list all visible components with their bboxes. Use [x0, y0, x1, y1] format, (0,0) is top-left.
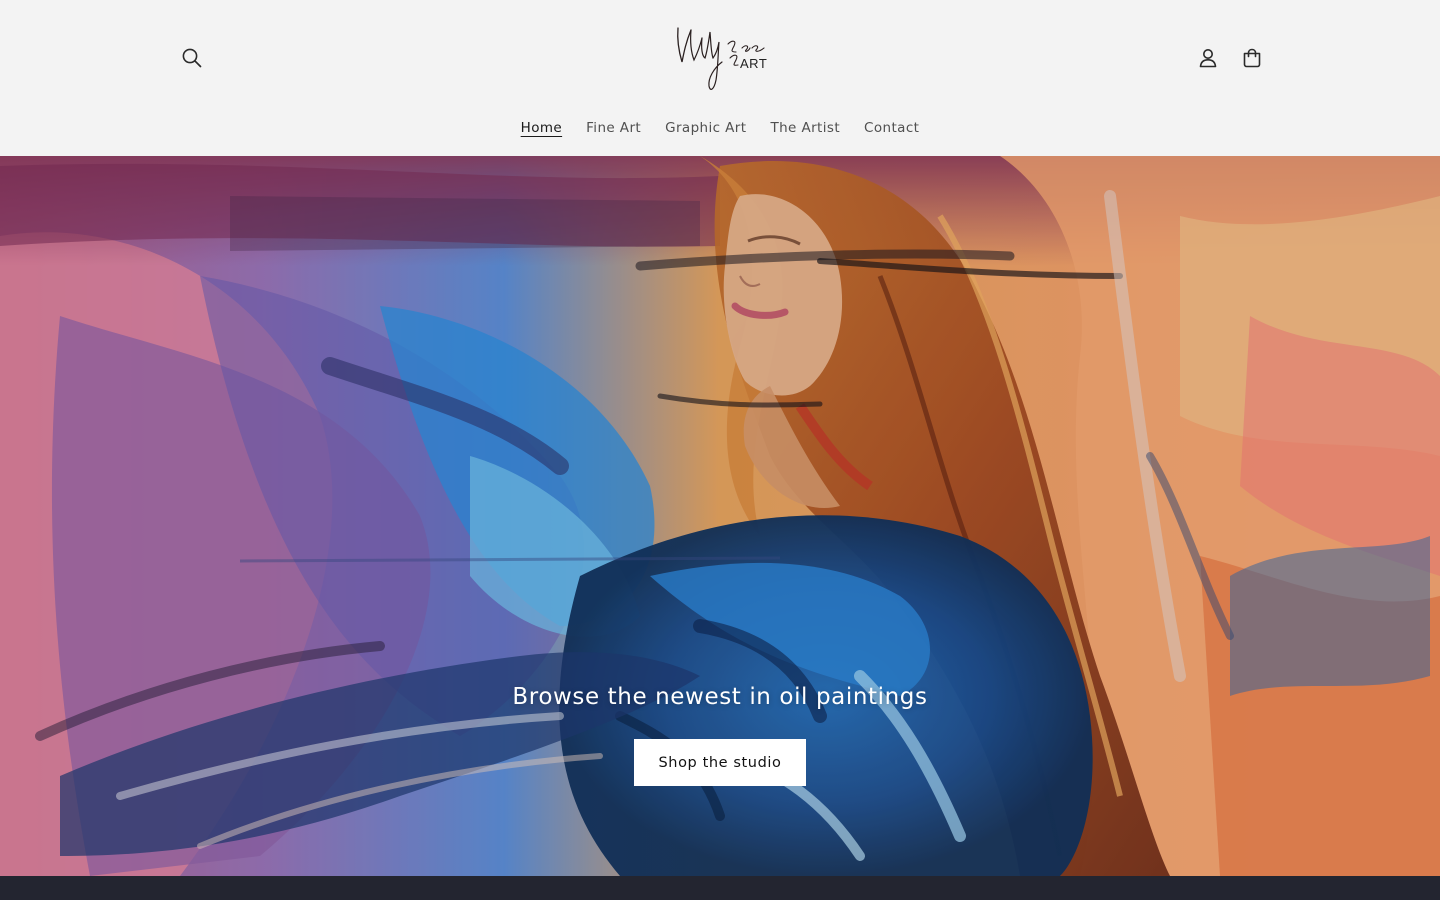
logo-text: ART	[740, 56, 768, 71]
nav-item-contact[interactable]: Contact	[852, 112, 931, 150]
main-nav: Home Fine Art Graphic Art The Artist Con…	[0, 112, 1440, 150]
footer-strip	[0, 876, 1440, 900]
hero-banner: Browse the newest in oil paintings Shop …	[0, 156, 1440, 876]
cart-button[interactable]	[1230, 36, 1274, 80]
site-header: ART Home Fine Art Graphic Art The Artist…	[0, 0, 1440, 156]
account-icon	[1199, 49, 1217, 68]
shop-the-studio-button[interactable]: Shop the studio	[634, 739, 806, 786]
search-icon	[182, 48, 202, 68]
cart-icon	[1243, 48, 1261, 68]
nav-item-fine-art[interactable]: Fine Art	[574, 112, 653, 150]
nav-item-the-artist[interactable]: The Artist	[758, 112, 852, 150]
search-button[interactable]	[170, 36, 214, 80]
nav-item-home[interactable]: Home	[509, 112, 574, 150]
hero-heading: Browse the newest in oil paintings	[512, 684, 928, 710]
nav-item-graphic-art[interactable]: Graphic Art	[653, 112, 758, 150]
account-button[interactable]	[1186, 36, 1230, 80]
site-logo[interactable]: ART	[664, 18, 776, 98]
